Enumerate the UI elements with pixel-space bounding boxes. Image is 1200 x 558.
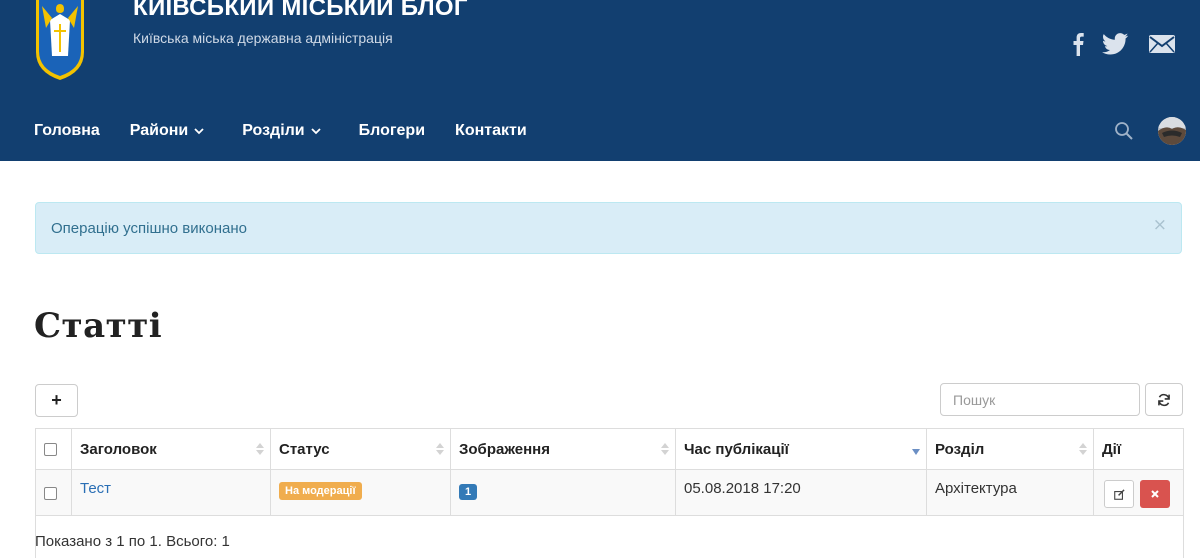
image-count-badge: 1 <box>459 484 478 500</box>
sort-icon <box>1079 443 1087 455</box>
site-title[interactable]: КИЇВСЬКИЙ МІСЬКИЙ БЛОГ <box>133 0 468 22</box>
column-header-actions: Дії <box>1093 428 1184 470</box>
column-header-label: Зображення <box>459 440 550 458</box>
pagination-info: Показано з 1 по 1. Всього: 1 <box>35 533 230 550</box>
table-header-row: Заголовок Статус Зображення Час публікац… <box>35 428 1184 470</box>
alert-message: Операцію успішно виконано <box>51 220 247 237</box>
row-published-cell: 05.08.2018 17:20 <box>675 469 927 516</box>
published-time: 05.08.2018 17:20 <box>684 480 801 497</box>
nav-item-bloggers[interactable]: Блогери <box>359 122 425 140</box>
column-header-images[interactable]: Зображення <box>450 428 676 470</box>
nav-item-label: Райони <box>129 122 189 139</box>
column-header-title[interactable]: Заголовок <box>71 428 271 470</box>
search-icon[interactable] <box>1114 121 1134 141</box>
search-input[interactable] <box>940 383 1140 416</box>
sort-icon <box>661 443 669 455</box>
sort-desc-icon <box>912 449 920 455</box>
delete-button[interactable] <box>1140 480 1170 508</box>
nav-item-label: Розділи <box>242 122 305 139</box>
select-all-checkbox[interactable] <box>44 443 57 457</box>
twitter-icon[interactable] <box>1100 30 1130 58</box>
close-icon[interactable]: × <box>1153 215 1167 235</box>
column-header-label: Час публікації <box>684 440 789 458</box>
chevron-down-icon <box>311 127 321 134</box>
articles-table: Заголовок Статус Зображення Час публікац… <box>35 428 1184 516</box>
facebook-icon[interactable] <box>1068 30 1088 58</box>
site-subtitle: Київська міська державна адміністрація <box>133 30 393 46</box>
column-header-label: Дії <box>1102 440 1122 458</box>
sort-icon <box>256 443 264 455</box>
success-alert: Операцію успішно виконано × <box>35 202 1182 254</box>
column-header-label: Заголовок <box>80 440 157 458</box>
nav-item-label: Контакти <box>455 122 527 139</box>
edit-icon <box>1113 488 1125 500</box>
refresh-button[interactable] <box>1145 383 1183 416</box>
row-select-cell <box>35 469 72 516</box>
chevron-down-icon <box>194 127 204 134</box>
column-header-status[interactable]: Статус <box>270 428 451 470</box>
nav-item-label: Головна <box>34 122 100 139</box>
table-row: Тест На модерації 1 05.08.2018 17:20 Арх… <box>35 469 1184 516</box>
article-title-link[interactable]: Тест <box>80 480 111 497</box>
select-all-cell <box>35 428 72 470</box>
section-name: Архітектура <box>935 480 1017 497</box>
row-status-cell: На модерації <box>270 469 451 516</box>
main-nav: Головна Райони Розділи Блогери Контакти <box>34 118 527 144</box>
mail-icon[interactable] <box>1148 30 1176 58</box>
column-header-label: Статус <box>279 440 330 458</box>
row-title-cell: Тест <box>71 469 271 516</box>
column-header-label: Розділ <box>935 440 985 458</box>
plus-icon: + <box>51 390 62 410</box>
row-section-cell: Архітектура <box>926 469 1094 516</box>
status-badge: На модерації <box>279 482 362 500</box>
user-avatar[interactable] <box>1158 117 1186 145</box>
row-images-cell: 1 <box>450 469 676 516</box>
sort-icon <box>436 443 444 455</box>
close-icon <box>1151 490 1159 498</box>
refresh-icon <box>1158 393 1170 406</box>
nav-item-label: Блогери <box>358 122 426 139</box>
column-header-section[interactable]: Розділ <box>926 428 1094 470</box>
row-checkbox[interactable] <box>44 486 57 500</box>
kyiv-coat-of-arms-logo[interactable] <box>34 0 86 80</box>
column-header-published[interactable]: Час публікації <box>675 428 927 470</box>
page-title: Статті <box>34 306 163 346</box>
nav-item-contacts[interactable]: Контакти <box>455 122 527 140</box>
add-article-button[interactable]: + <box>35 384 78 417</box>
site-header: КИЇВСЬКИЙ МІСЬКИЙ БЛОГ Київська міська д… <box>0 0 1200 161</box>
edit-button[interactable] <box>1104 480 1134 508</box>
nav-item-districts[interactable]: Райони <box>130 122 204 140</box>
nav-item-home[interactable]: Головна <box>34 122 100 140</box>
nav-item-sections[interactable]: Розділи <box>242 122 321 140</box>
row-actions-cell <box>1093 469 1184 516</box>
